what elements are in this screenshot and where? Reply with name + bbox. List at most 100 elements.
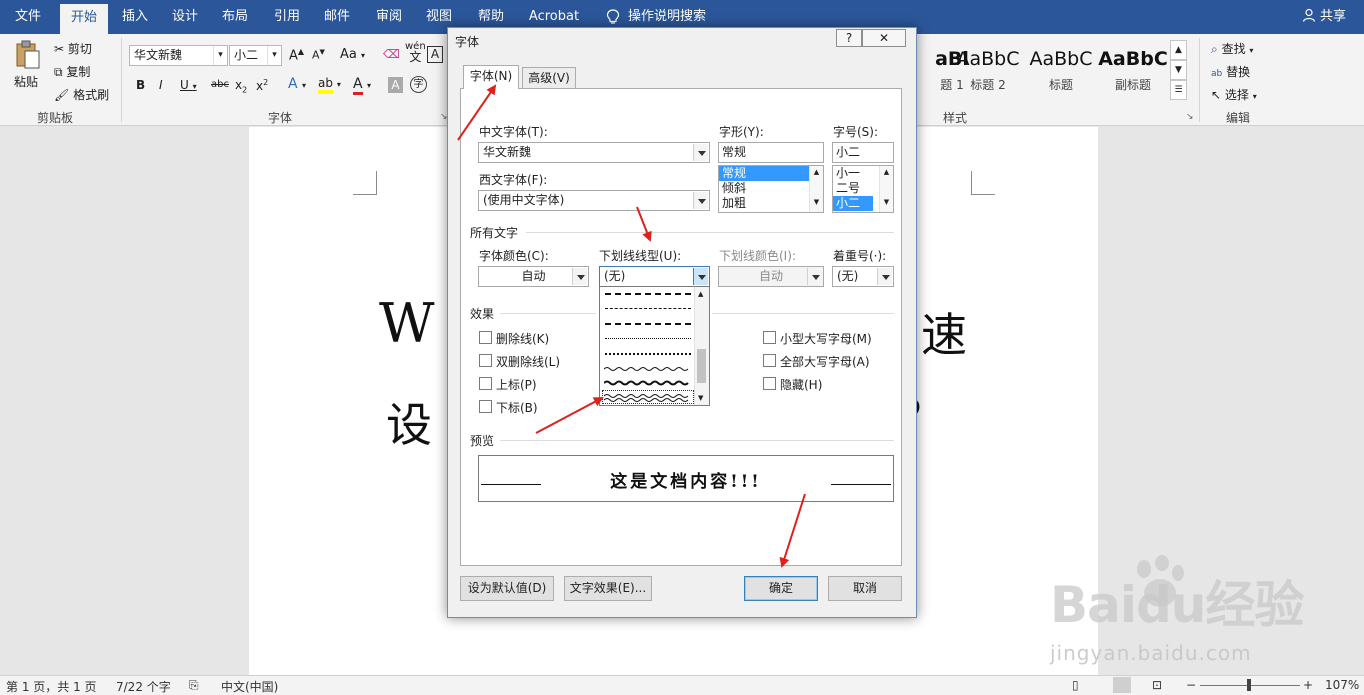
list-item[interactable] <box>602 332 694 346</box>
tab-insert[interactable]: 插入 <box>112 0 158 34</box>
list-item[interactable]: 小二 <box>833 196 873 211</box>
tab-home[interactable]: 开始 <box>60 4 108 34</box>
grow-font-icon[interactable]: A▲ <box>289 47 304 63</box>
tab-layout[interactable]: 布局 <box>212 0 258 34</box>
zoom-level[interactable]: 107% <box>1325 678 1359 692</box>
read-mode-icon[interactable]: ▯ <box>1072 678 1079 692</box>
subscript-icon[interactable]: x2 <box>235 78 247 94</box>
styles-gallery-scroll[interactable]: ▲ ▼ ☰ <box>1170 40 1187 100</box>
scrollbar-thumb[interactable] <box>697 349 706 383</box>
list-item[interactable] <box>602 362 694 376</box>
close-button[interactable]: ✕ <box>862 29 906 47</box>
ok-button[interactable]: 确定 <box>744 576 818 601</box>
cn-font-select[interactable]: 华文新魏 <box>478 142 710 163</box>
tab-mailings[interactable]: 邮件 <box>314 0 360 34</box>
text-effects-button[interactable]: 文字效果(E)... <box>564 576 652 601</box>
list-item[interactable] <box>602 302 694 316</box>
list-item[interactable]: 加粗 <box>719 196 823 211</box>
size-input[interactable]: 小二 <box>832 142 894 163</box>
more-icon[interactable]: ☰ <box>1170 80 1187 100</box>
superscript-checkbox[interactable] <box>479 377 492 390</box>
cut-button[interactable]: ✂ 剪切 <box>54 40 92 57</box>
replace-button[interactable]: ab 替换 <box>1211 63 1250 80</box>
font-color-select[interactable]: 自动 <box>478 266 589 287</box>
copy-button[interactable]: ⧉ 复制 <box>54 63 90 80</box>
list-item[interactable] <box>602 347 694 361</box>
style-list[interactable]: 常规 倾斜 加粗 ▲ ▼ <box>718 165 824 213</box>
zoom-in-icon[interactable]: + <box>1303 678 1313 692</box>
small-caps-checkbox[interactable] <box>763 331 776 344</box>
underline-icon[interactable]: U ▾ <box>180 78 197 92</box>
chevron-up-icon[interactable]: ▲ <box>698 290 703 298</box>
subscript-checkbox[interactable] <box>479 400 492 413</box>
bold-icon[interactable]: B <box>136 78 145 92</box>
chevron-down-icon[interactable]: ▼ <box>698 394 703 402</box>
italic-icon[interactable]: I <box>159 78 163 92</box>
set-default-button[interactable]: 设为默认值(D) <box>460 576 554 601</box>
chevron-up-icon[interactable]: ▲ <box>1170 40 1187 60</box>
underline-color-select[interactable]: 自动 <box>718 266 824 287</box>
page-count[interactable]: 第 1 页，共 1 页 <box>6 678 97 695</box>
list-scrollbar[interactable]: ▲ ▼ <box>694 287 709 405</box>
tab-references[interactable]: 引用 <box>264 0 310 34</box>
tab-font[interactable]: 字体(N) <box>463 65 519 89</box>
chevron-down-icon[interactable]: ▼ <box>1170 60 1187 80</box>
style-title[interactable]: AaBbC 标题 <box>1025 40 1097 100</box>
font-size-box[interactable]: 小二 ▾ <box>229 45 282 66</box>
tab-advanced[interactable]: 高级(V) <box>522 67 576 88</box>
style-heading-2[interactable]: AaBbC 标题 2 <box>952 40 1024 100</box>
proofing-icon[interactable]: ⎘ <box>189 678 199 693</box>
underline-type-list[interactable]: ▲ ▼ <box>599 286 710 406</box>
strikethrough-checkbox[interactable] <box>479 331 492 344</box>
share-button[interactable]: 共享 <box>1302 0 1346 34</box>
style-input[interactable]: 常规 <box>718 142 824 163</box>
strikethrough-icon[interactable]: abc <box>211 79 229 90</box>
style-subtitle[interactable]: AaBbC 副标题 <box>1097 40 1169 100</box>
highlight-icon[interactable]: ab ▾ <box>318 76 341 94</box>
change-case-button[interactable]: Aa ▾ <box>340 47 365 62</box>
format-painter-button[interactable]: 🖌 格式刷 <box>54 86 109 103</box>
list-item[interactable] <box>602 287 694 301</box>
select-button[interactable]: ↖ 选择 ▾ <box>1211 86 1257 103</box>
list-item[interactable] <box>602 317 694 331</box>
list-item[interactable] <box>602 390 694 404</box>
zoom-slider-thumb[interactable] <box>1247 679 1251 691</box>
list-scrollbar[interactable]: ▲ ▼ <box>879 166 893 212</box>
paste-button[interactable]: 粘贴 <box>14 40 44 100</box>
all-caps-checkbox[interactable] <box>763 354 776 367</box>
web-layout-icon[interactable]: ⊡ <box>1152 678 1162 692</box>
cancel-button[interactable]: 取消 <box>828 576 902 601</box>
list-scrollbar[interactable]: ▲ ▼ <box>809 166 823 212</box>
tab-review[interactable]: 审阅 <box>366 0 412 34</box>
find-button[interactable]: ⌕ 查找 ▾ <box>1211 40 1253 57</box>
list-item[interactable] <box>602 376 694 390</box>
char-shading-icon[interactable]: A <box>388 77 403 93</box>
language[interactable]: 中文(中国) <box>221 678 278 695</box>
phonetic-guide-icon[interactable]: wén 文 <box>405 42 426 64</box>
size-list[interactable]: 小一 二号 小二 ▲ ▼ <box>832 165 894 213</box>
tab-design[interactable]: 设计 <box>162 0 208 34</box>
superscript-icon[interactable]: x2 <box>256 78 268 93</box>
help-button[interactable]: ? <box>836 29 862 47</box>
dialog-launcher-icon[interactable]: ↘ <box>1186 112 1194 122</box>
word-count[interactable]: 7/22 个字 <box>116 678 171 695</box>
double-strikethrough-checkbox[interactable] <box>479 354 492 367</box>
zoom-out-icon[interactable]: − <box>1186 678 1196 692</box>
cn-font-value: 华文新魏 <box>483 145 532 159</box>
list-item[interactable]: 常规 <box>719 166 823 181</box>
west-font-select[interactable]: (使用中文字体) <box>478 190 710 211</box>
font-color-icon[interactable]: A ▾ <box>353 76 371 95</box>
clear-format-icon[interactable]: ⌫ <box>383 47 400 61</box>
text-effects-icon[interactable]: A ▾ <box>288 76 306 92</box>
print-layout-icon[interactable] <box>1113 677 1131 693</box>
char-border-icon[interactable]: A <box>427 46 443 63</box>
dialog-title-bar[interactable]: 字体 ? ✕ <box>448 28 916 53</box>
hidden-checkbox[interactable] <box>763 377 776 390</box>
font-name-box[interactable]: 华文新魏 ▾ <box>129 45 228 66</box>
underline-type-select[interactable]: (无) <box>599 266 710 287</box>
shrink-font-icon[interactable]: A▼ <box>312 48 325 62</box>
list-item[interactable]: 倾斜 <box>719 181 823 196</box>
emphasis-select[interactable]: (无) <box>832 266 894 287</box>
enclose-char-icon[interactable]: 字 <box>410 76 427 93</box>
tab-file[interactable]: 文件 <box>2 0 54 34</box>
